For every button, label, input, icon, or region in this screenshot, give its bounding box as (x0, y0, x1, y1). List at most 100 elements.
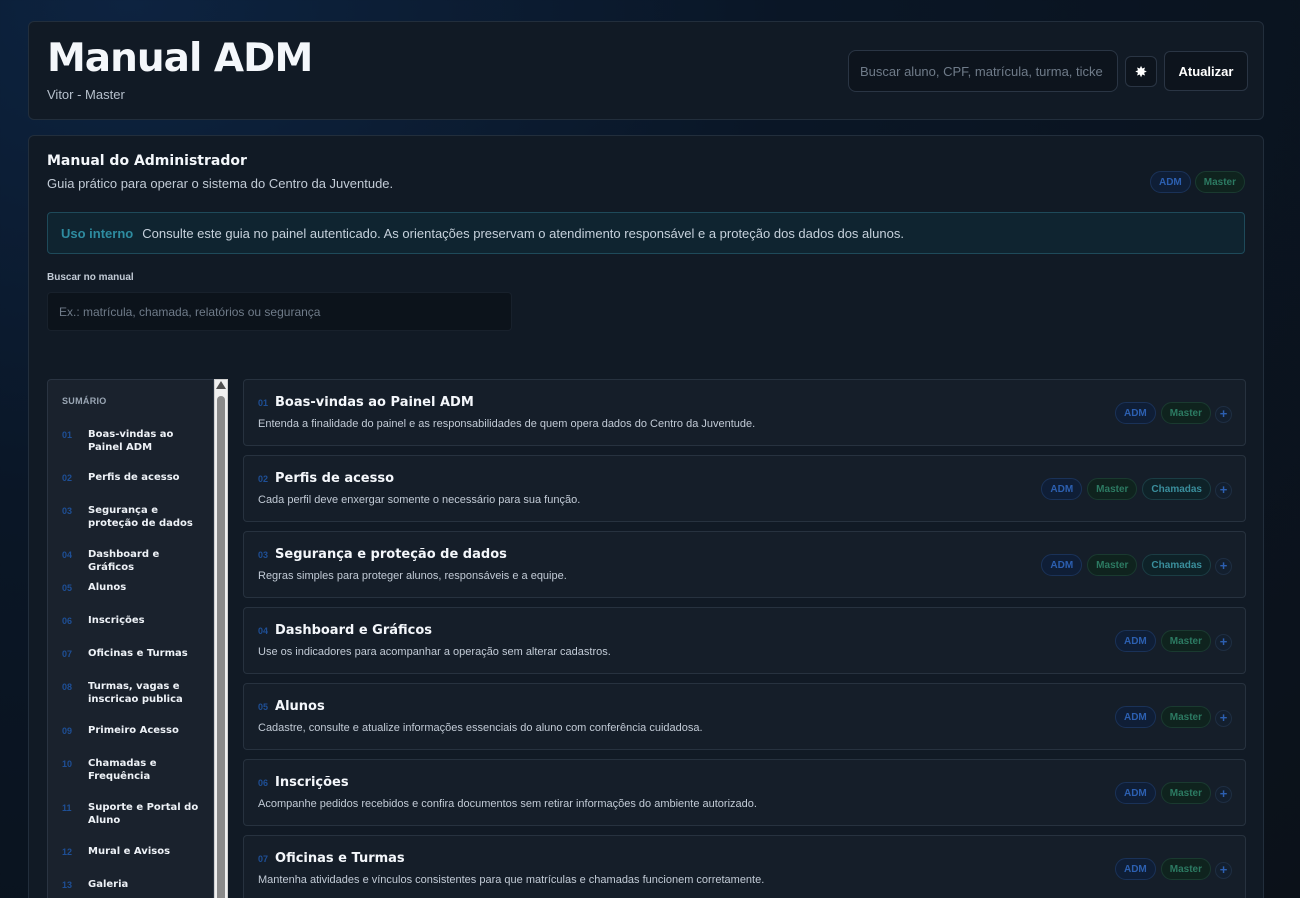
expand-plus-icon[interactable]: + (1215, 786, 1232, 803)
scrollbar-thumb[interactable] (217, 396, 225, 898)
manual-search-input[interactable] (47, 292, 512, 331)
section-description: Entenda a finalidade do painel e as resp… (258, 418, 756, 430)
toc-item[interactable]: 08 Turmas, vagas e inscricao publica (62, 680, 210, 706)
toc-item-label: Chamadas e Frequência (88, 758, 157, 782)
section-title: Dashboard e Gráficos (275, 623, 433, 638)
section-description: Use os indicadores para acompanhar a ope… (258, 646, 611, 658)
global-search-input[interactable] (848, 50, 1118, 92)
toc-item[interactable]: 04 Dashboard e Gráficos (62, 548, 210, 574)
expand-plus-icon[interactable]: + (1215, 634, 1232, 651)
section-description: Regras simples para proteger alunos, res… (258, 570, 567, 582)
toc-item[interactable]: 10 Chamadas e Frequência (62, 757, 210, 783)
app-header: Manual ADM Vitor - Master ✸ Atualizar (28, 21, 1264, 120)
section-title: Boas-vindas ao Painel ADM (275, 395, 474, 410)
toc-item-number: 12 (62, 847, 73, 857)
toc-item-label: Galeria (88, 879, 129, 890)
theme-toggle-button[interactable]: ✸ (1125, 56, 1157, 87)
toc-item-label: Dashboard e Gráficos (88, 549, 160, 573)
toc-item[interactable]: 05 Alunos (62, 581, 210, 594)
toc-item[interactable]: 09 Primeiro Acesso (62, 724, 210, 737)
toc-item-number: 05 (62, 583, 73, 593)
toc-heading: SUMÁRIO (62, 396, 107, 406)
role-badge-master: Master (1160, 402, 1211, 424)
role-badge-chamadas: Chamadas (1142, 478, 1211, 500)
expand-plus-icon[interactable]: + (1215, 558, 1232, 575)
toc-item[interactable]: 06 Inscrições (62, 614, 210, 627)
toc-item[interactable]: 13 Galeria (62, 878, 210, 891)
section-description: Cada perfil deve enxergar somente o nece… (258, 494, 581, 506)
section-card-boas-vindas[interactable]: 01 Boas-vindas ao Painel ADM Entenda a fi… (243, 379, 1246, 446)
section-card-seguranca[interactable]: 03 Segurança e proteção de dados Regras s… (243, 531, 1246, 598)
role-badge-adm: ADM (1041, 554, 1083, 576)
user-role-label: Vitor - Master (47, 87, 125, 102)
section-number: 05 (258, 702, 269, 712)
expand-plus-icon[interactable]: + (1215, 862, 1232, 879)
section-title: Inscrições (275, 775, 349, 790)
toc-item-number: 13 (62, 880, 73, 890)
role-badge-master: Master (1087, 478, 1138, 500)
toc-item[interactable]: 11 Suporte e Portal do Aluno (62, 801, 210, 827)
section-badges: ADM Master (1114, 402, 1211, 424)
role-badge-master: Master (1160, 706, 1211, 728)
toc-item-label: Inscrições (88, 615, 145, 626)
section-description: Acompanhe pedidos recebidos e confira do… (258, 798, 757, 810)
section-badges: ADM Master (1114, 706, 1211, 728)
section-badges: ADM Master (1114, 858, 1211, 880)
section-badges: ADM Master (1114, 630, 1211, 652)
section-description: Mantenha atividades e vínculos consisten… (258, 874, 765, 886)
toc-item-label: Suporte e Portal do Aluno (88, 802, 199, 826)
section-title: Oficinas e Turmas (275, 851, 405, 866)
expand-plus-icon[interactable]: + (1215, 482, 1232, 499)
section-card-oficinas[interactable]: 07 Oficinas e Turmas Mantenha atividades … (243, 835, 1246, 898)
toc-item-number: 09 (62, 726, 73, 736)
manual-panel: Manual do Administrador Guia prático par… (28, 135, 1264, 898)
toc-item-label: Segurança e proteção de dados (88, 505, 193, 529)
section-card-inscricoes[interactable]: 06 Inscrições Acompanhe pedidos recebidos… (243, 759, 1246, 826)
role-badge-adm: ADM (1149, 171, 1191, 193)
section-badges: ADM Master Chamadas (1041, 554, 1211, 576)
manual-search-label: Buscar no manual (47, 272, 134, 283)
toc-item-label: Primeiro Acesso (88, 725, 179, 736)
toc-item[interactable]: 03 Segurança e proteção de dados (62, 504, 210, 530)
scroll-up-arrow-icon[interactable] (216, 381, 226, 389)
toc-item[interactable]: 07 Oficinas e Turmas (62, 647, 210, 660)
role-badge-master: Master (1194, 171, 1245, 193)
section-card-dashboard[interactable]: 04 Dashboard e Gráficos Use os indicadore… (243, 607, 1246, 674)
toc-item-number: 08 (62, 682, 73, 692)
refresh-button[interactable]: Atualizar (1164, 51, 1248, 91)
section-title: Perfis de acesso (275, 471, 395, 486)
toc-item-label: Perfis de acesso (88, 472, 180, 483)
role-badge-master: Master (1160, 782, 1211, 804)
section-number: 01 (258, 398, 269, 408)
toc-item-label: Alunos (88, 582, 127, 593)
section-number: 02 (258, 474, 269, 484)
notice-tag: Uso interno (61, 225, 134, 241)
section-title: Alunos (275, 699, 325, 714)
toc-item[interactable]: 02 Perfis de acesso (62, 471, 210, 484)
toc-item[interactable]: 12 Mural e Avisos (62, 845, 210, 858)
internal-use-notice: Uso interno Consulte este guia no painel… (47, 212, 1245, 254)
role-badge-master: Master (1160, 858, 1211, 880)
toc-item-number: 06 (62, 616, 73, 626)
toc-item-number: 10 (62, 759, 73, 769)
toc-item-number: 02 (62, 473, 73, 483)
section-badges: ADM Master Chamadas (1041, 478, 1211, 500)
toc-item-number: 01 (62, 430, 73, 440)
role-badge-adm: ADM (1041, 478, 1083, 500)
section-number: 03 (258, 550, 269, 560)
role-badges: ADM Master (1149, 171, 1245, 193)
section-card-alunos[interactable]: 05 Alunos Cadastre, consulte e atualize i… (243, 683, 1246, 750)
section-badges: ADM Master (1114, 782, 1211, 804)
role-badge-master: Master (1087, 554, 1138, 576)
role-badge-adm: ADM (1114, 630, 1156, 652)
manual-subtitle: Guia prático para operar o sistema do Ce… (47, 176, 394, 191)
section-number: 06 (258, 778, 269, 788)
expand-plus-icon[interactable]: + (1215, 406, 1232, 423)
toc-scrollbar[interactable] (214, 379, 228, 898)
role-badge-master: Master (1160, 630, 1211, 652)
toc-item-number: 07 (62, 649, 73, 659)
expand-plus-icon[interactable]: + (1215, 710, 1232, 727)
section-card-perfis[interactable]: 02 Perfis de acesso Cada perfil deve enxe… (243, 455, 1246, 522)
toc-item[interactable]: 01 Boas-vindas ao Painel ADM (62, 428, 210, 454)
toc-item-number: 03 (62, 506, 73, 516)
